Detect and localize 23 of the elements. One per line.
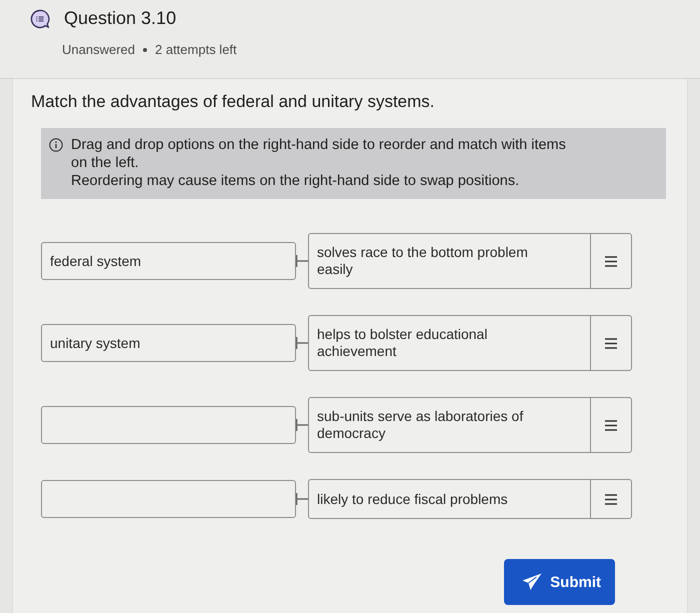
drop-zone[interactable]: federal system	[41, 242, 296, 280]
separator-dot-icon	[143, 48, 147, 52]
question-title: Question 3.10	[64, 8, 176, 29]
instruction-text: Reordering may cause items on the right-hand side to swap positions.	[71, 172, 520, 190]
paper-plane-icon	[522, 573, 542, 591]
answer-option[interactable]: solves race to the bottom problem easily	[308, 233, 632, 289]
three-bars-icon	[605, 256, 617, 266]
instruction-text: Drag and drop options on the right-hand side to reorder and match with items on the left.	[71, 136, 567, 172]
question-prompt: Match the advantages of federal and unitary systems.	[31, 92, 435, 112]
answer-option[interactable]: helps to bolster educational achievement	[308, 315, 632, 371]
info-icon	[49, 138, 63, 152]
answer-option[interactable]: sub-units serve as laboratories of democracy	[308, 397, 632, 453]
attempts-left: 2 attempts left	[155, 42, 237, 57]
submit-button[interactable]: Submit	[504, 559, 615, 605]
three-bars-icon	[605, 420, 617, 430]
answer-option[interactable]: likely to reduce fiscal problems	[308, 479, 632, 519]
three-bars-icon	[605, 494, 617, 504]
three-bars-icon	[605, 338, 617, 348]
question-bubble-icon	[30, 8, 50, 28]
drop-zone[interactable]: unitary system	[41, 324, 296, 362]
drop-zone[interactable]	[41, 480, 296, 518]
drop-zone[interactable]	[41, 406, 296, 444]
answer-status: Unanswered	[62, 42, 135, 57]
